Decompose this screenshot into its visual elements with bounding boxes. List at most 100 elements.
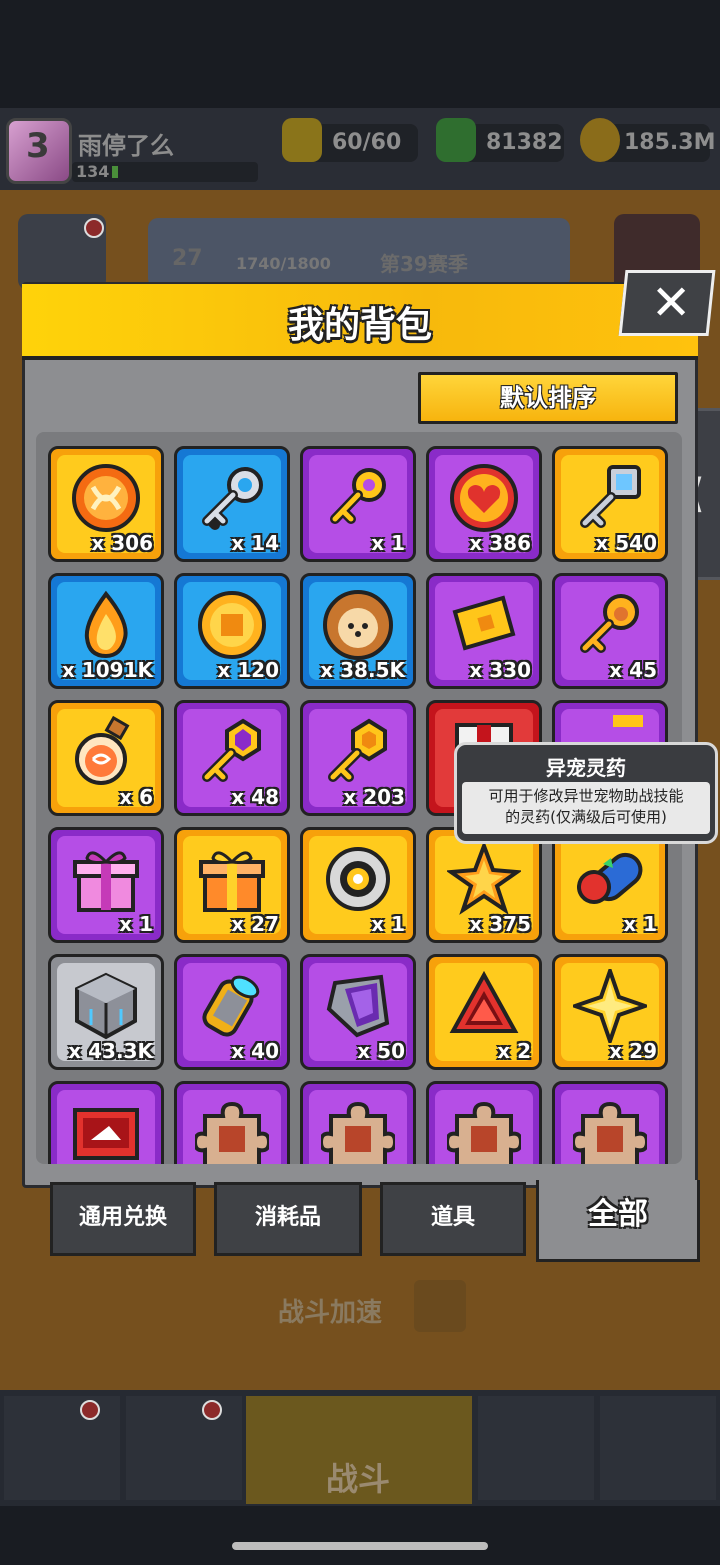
gem-value: 81382: [486, 130, 563, 155]
purple-gem-key-icon: [195, 715, 269, 789]
inventory-slot[interactable]: x 43.3K: [48, 954, 164, 1070]
inventory-slot[interactable]: x 375: [426, 827, 542, 943]
item-count: x 14: [231, 531, 279, 555]
lightning-icon[interactable]: [282, 118, 322, 162]
tab-label: 消耗品: [254, 1205, 321, 1230]
battle-speed-label: 战斗加速: [278, 1298, 383, 1328]
tab-props[interactable]: 道具: [380, 1182, 526, 1256]
inventory-slot[interactable]: [300, 1081, 416, 1164]
inventory-slot[interactable]: x 2: [426, 954, 542, 1070]
inventory-slot[interactable]: x 29: [552, 954, 668, 1070]
inventory-slot[interactable]: x 38.5K: [300, 573, 416, 689]
notification-dot: [202, 1400, 222, 1420]
inventory-slot[interactable]: x 6: [48, 700, 164, 816]
inventory-slot[interactable]: x 306: [48, 446, 164, 562]
shop-icon[interactable]: [4, 1396, 120, 1500]
pet-orb-icon[interactable]: [478, 1396, 594, 1500]
tab-all[interactable]: 全部: [536, 1180, 700, 1262]
inventory-slot[interactable]: x 14: [174, 446, 290, 562]
season-level: 27: [172, 246, 203, 271]
item-count: x 375: [469, 912, 531, 936]
inventory-slot[interactable]: x 40: [174, 954, 290, 1070]
sort-button-label: 默认排序: [500, 384, 596, 412]
puzzle-piece-icon: [444, 1096, 524, 1164]
inventory-slot[interactable]: x 27: [174, 827, 290, 943]
crystal-shard-icon: [321, 969, 395, 1043]
puzzle-piece-icon: [192, 1096, 272, 1164]
inventory-slot[interactable]: [552, 1081, 668, 1164]
inventory-slot[interactable]: [48, 1081, 164, 1164]
item-count: x 2: [497, 1039, 531, 1063]
heart-medal-icon: [447, 461, 521, 535]
inventory-slot[interactable]: x 45: [552, 573, 668, 689]
tab-exchange[interactable]: 通用兑换: [50, 1182, 196, 1256]
equipment-icon[interactable]: [126, 1396, 242, 1500]
inventory-slot[interactable]: x 1: [300, 446, 416, 562]
item-count: x 203: [343, 785, 405, 809]
bear-cookie-icon: [321, 588, 395, 662]
home-indicator[interactable]: [232, 1542, 488, 1550]
cylinder-core-icon: [195, 969, 269, 1043]
player-name: 雨停了么: [78, 132, 174, 160]
star-crystal-icon: [445, 840, 523, 916]
tab-label: 通用兑换: [78, 1205, 167, 1230]
tooltip-line-2: 的灵药(仅满级后可使用): [505, 808, 667, 826]
green-gem-icon[interactable]: [436, 118, 476, 162]
inventory-slot[interactable]: x 1091K: [48, 573, 164, 689]
season-progress: 1740/1800: [236, 254, 331, 273]
item-count: x 38.5K: [320, 658, 405, 682]
notification-dot: [80, 1400, 100, 1420]
close-button[interactable]: ✕: [618, 270, 716, 336]
item-count: x 120: [217, 658, 279, 682]
silver-key-icon: [195, 461, 269, 535]
red-card-icon: [69, 1096, 143, 1164]
orange-orb-icon: [69, 461, 143, 535]
metal-cube-icon: [69, 969, 143, 1043]
notification-dot: [84, 218, 104, 238]
item-count: x 1091K: [61, 658, 153, 682]
close-icon: ✕: [651, 275, 692, 331]
season-panel[interactable]: [148, 218, 570, 288]
hex-key-icon: [321, 715, 395, 789]
inventory-slot[interactable]: x 50: [300, 954, 416, 1070]
inventory-slot[interactable]: x 1: [300, 827, 416, 943]
item-count: x 386: [469, 531, 531, 555]
item-count: x 43.3K: [68, 1039, 153, 1063]
inventory-slot[interactable]: [174, 1081, 290, 1164]
tab-consumables[interactable]: 消耗品: [214, 1182, 362, 1256]
battle-speed-toggle[interactable]: [414, 1280, 466, 1332]
pink-gift-icon: [69, 842, 143, 916]
inventory-slot[interactable]: [426, 1081, 542, 1164]
tooltip-title: 异宠灵药: [546, 756, 626, 780]
gold-token-icon: [195, 588, 269, 662]
item-count: x 48: [231, 785, 279, 809]
energy-value: 60/60: [332, 130, 402, 155]
tab-label: 道具: [430, 1205, 475, 1230]
item-count: x 40: [231, 1039, 279, 1063]
inventory-slot[interactable]: x 120: [174, 573, 290, 689]
item-count: x 306: [91, 531, 153, 555]
gold-star-icon: [568, 964, 652, 1048]
inventory-slot[interactable]: x 1: [552, 827, 668, 943]
nav-battle-label: 战斗: [326, 1460, 391, 1498]
inventory-slot[interactable]: x 48: [174, 700, 290, 816]
flame-icon: [69, 588, 143, 662]
dna-icon[interactable]: [600, 1396, 716, 1500]
gold-key-icon: [321, 461, 395, 535]
inventory-slot[interactable]: x 203: [300, 700, 416, 816]
season-name: 第39赛季: [380, 252, 468, 276]
ring-core-icon: [321, 842, 395, 916]
puzzle-piece-icon: [570, 1096, 650, 1164]
item-count: x 50: [357, 1039, 405, 1063]
sort-button[interactable]: 默认排序: [418, 372, 678, 424]
inventory-slot[interactable]: x 330: [426, 573, 542, 689]
item-count: x 1: [623, 912, 657, 936]
item-count: x 45: [609, 658, 657, 682]
inventory-slot[interactable]: x 1: [48, 827, 164, 943]
gem-key-icon: [573, 461, 647, 535]
gold-value: 185.3M: [624, 130, 716, 155]
gold-coin-icon[interactable]: [580, 118, 620, 162]
tooltip-line-1: 可用于修改异世宠物助战技能: [488, 787, 684, 805]
inventory-slot[interactable]: x 386: [426, 446, 542, 562]
inventory-slot[interactable]: x 540: [552, 446, 668, 562]
